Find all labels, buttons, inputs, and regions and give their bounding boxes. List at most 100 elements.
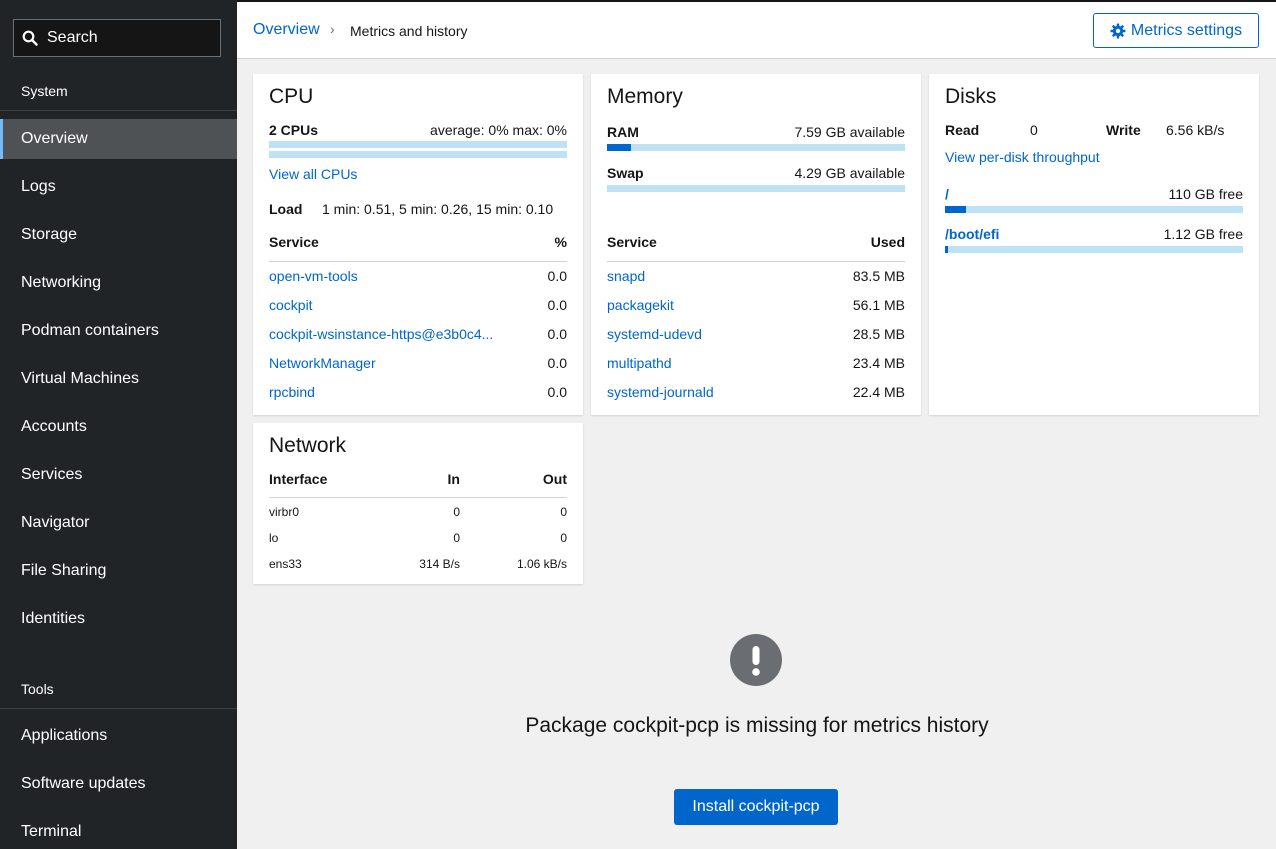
network-iface: ens33 — [269, 557, 302, 571]
network-col-interface: Interface — [269, 471, 328, 487]
cpu-load-value: 1 min: 0.51, 5 min: 0.26, 15 min: 0.10 — [322, 201, 554, 217]
cpu-usage-bar — [269, 141, 567, 148]
network-out: 1.06 kB/s — [516, 557, 567, 571]
network-in: 0 — [453, 505, 460, 519]
disks-card: Disks Read 0 Write 6.56 kB/s View per-di… — [929, 74, 1259, 415]
mount-boot-efi-usage-fill — [945, 246, 948, 253]
tools-divider — [0, 708, 237, 709]
search-input[interactable]: Search — [13, 19, 221, 57]
service-link[interactable]: cockpit-wsinstance-https@e3b0c4... — [269, 326, 493, 342]
sidebar-item-software-updates[interactable]: Software updates — [0, 764, 237, 812]
search-icon — [22, 30, 38, 46]
network-out: 0 — [560, 531, 567, 545]
table-row: open-vm-tools 0.0 — [269, 266, 567, 286]
ram-usage-bar — [607, 144, 905, 151]
cpu-title: CPU — [269, 85, 314, 108]
service-link[interactable]: systemd-udevd — [607, 326, 702, 342]
service-value: 22.4 MB — [852, 384, 905, 400]
table-row: NetworkManager 0.0 — [269, 353, 567, 373]
service-link[interactable]: cockpit — [269, 297, 313, 313]
network-iface: virbr0 — [269, 505, 300, 519]
table-row: systemd-udevd 28.5 MB — [607, 324, 905, 344]
system-section-title: System — [21, 83, 68, 99]
memory-card: Memory RAM 7.59 GB available Swap 4.29 G… — [591, 74, 921, 415]
service-value: 56.1 MB — [852, 297, 905, 313]
service-link[interactable]: multipathd — [607, 355, 672, 371]
install-cockpit-pcp-button[interactable]: Install cockpit-pcp — [674, 789, 838, 825]
cpu-table-divider — [269, 261, 567, 262]
network-card: Network Interface In Out virbr0 0 0 lo 0… — [253, 423, 583, 584]
service-value: 23.4 MB — [852, 355, 905, 371]
network-out: 0 — [560, 505, 567, 519]
sidebar-item-accounts[interactable]: Accounts — [0, 407, 237, 455]
service-link[interactable]: packagekit — [607, 297, 674, 313]
network-table-divider — [269, 497, 567, 498]
service-link[interactable]: open-vm-tools — [269, 268, 358, 284]
swap-value: 4.29 GB available — [794, 165, 905, 181]
table-row: systemd-journald 22.4 MB — [607, 382, 905, 402]
network-iface: lo — [269, 531, 279, 545]
cpu-count: 2 CPUs — [269, 122, 319, 138]
service-value: 0.0 — [547, 326, 567, 342]
memory-table-divider — [607, 261, 905, 262]
sidebar-item-storage[interactable]: Storage — [0, 215, 237, 263]
gear-icon — [1110, 23, 1126, 38]
cpu-load-label: Load — [269, 201, 303, 217]
sidebar-item-logs[interactable]: Logs — [0, 167, 237, 215]
disk-write-label: Write — [1106, 122, 1141, 138]
table-row: cockpit 0.0 — [269, 295, 567, 315]
sidebar-item-virtual-machines[interactable]: Virtual Machines — [0, 359, 237, 407]
service-link[interactable]: NetworkManager — [269, 355, 376, 371]
service-link[interactable]: systemd-journald — [607, 384, 714, 400]
sidebar-item-file-sharing[interactable]: File Sharing — [0, 551, 237, 599]
network-col-out: Out — [542, 471, 567, 487]
ram-value: 7.59 GB available — [794, 124, 905, 140]
disk-read-value: 0 — [1030, 122, 1038, 138]
service-value: 0.0 — [547, 384, 567, 400]
service-value: 28.5 MB — [852, 326, 905, 342]
sidebar-item-terminal[interactable]: Terminal — [0, 812, 237, 849]
network-title: Network — [269, 434, 347, 457]
breadcrumb-overview-link[interactable]: Overview — [253, 21, 320, 39]
service-value: 0.0 — [547, 297, 567, 313]
service-link[interactable]: rpcbind — [269, 384, 315, 400]
mount-root-free: 110 GB free — [1168, 186, 1243, 202]
sidebar-item-navigator[interactable]: Navigator — [0, 503, 237, 551]
memory-title: Memory — [607, 85, 683, 108]
view-per-disk-throughput-link[interactable]: View per-disk throughput — [945, 149, 1100, 165]
ram-label: RAM — [607, 124, 639, 140]
service-link[interactable]: snapd — [607, 268, 645, 284]
network-in: 0 — [453, 531, 460, 545]
mount-root-usage-bar — [945, 206, 1243, 213]
mount-boot-efi-link[interactable]: /boot/efi — [945, 226, 999, 242]
table-row: cockpit-wsinstance-https@e3b0c4... 0.0 — [269, 324, 567, 344]
sidebar-item-overview[interactable]: Overview — [0, 119, 237, 159]
page-header: Overview › Metrics and history Metrics s… — [237, 0, 1276, 59]
sidebar-item-services[interactable]: Services — [0, 455, 237, 503]
sidebar-item-podman-containers[interactable]: Podman containers — [0, 311, 237, 359]
cpu-summary: average: 0% max: 0% — [430, 122, 567, 138]
swap-label: Swap — [607, 165, 644, 181]
metrics-settings-label: Metrics settings — [1130, 21, 1243, 39]
mount-boot-efi-usage-bar — [945, 246, 1243, 253]
sidebar-item-identities[interactable]: Identities — [0, 599, 237, 647]
sidebar-item-networking[interactable]: Networking — [0, 263, 237, 311]
system-divider — [0, 110, 237, 111]
mount-boot-efi-free: 1.12 GB free — [1163, 226, 1243, 242]
service-value: 0.0 — [547, 268, 567, 284]
empty-state-title: Package cockpit-pcp is missing for metri… — [525, 714, 989, 737]
mount-root-link[interactable]: / — [945, 186, 949, 202]
breadcrumb-current: Metrics and history — [350, 23, 468, 39]
metrics-settings-button[interactable]: Metrics settings — [1093, 13, 1259, 48]
exclamation-circle-icon — [730, 634, 782, 686]
memory-col-service: Service — [607, 234, 657, 250]
view-all-cpus-link[interactable]: View all CPUs — [269, 166, 357, 182]
tools-nav: Applications Software updates Terminal — [0, 716, 237, 849]
sidebar: Search System Overview Logs Storage Netw… — [0, 0, 237, 849]
cpu-col-service: Service — [269, 234, 319, 250]
ram-usage-fill — [607, 144, 631, 151]
chevron-right-icon: › — [330, 21, 335, 37]
table-row: packagekit 56.1 MB — [607, 295, 905, 315]
sidebar-item-applications[interactable]: Applications — [0, 716, 237, 764]
cpu-usage-bar-2 — [269, 151, 567, 158]
